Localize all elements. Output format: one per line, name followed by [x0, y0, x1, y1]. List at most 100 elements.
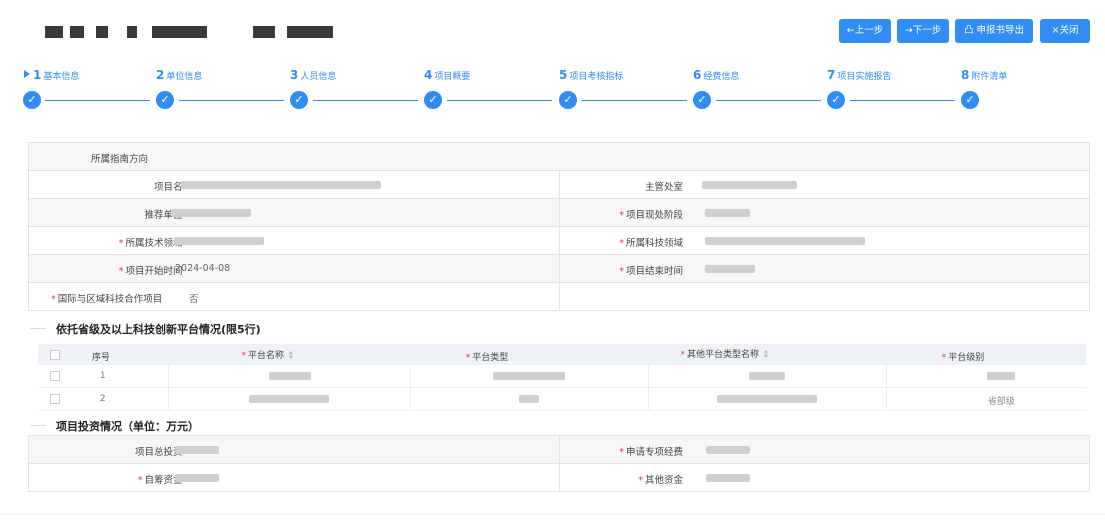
redacted-value	[181, 181, 381, 189]
step-6[interactable]: 6 经费信息	[693, 68, 739, 82]
section-divider	[30, 425, 46, 426]
step-1-check-icon: ✓	[23, 91, 41, 109]
guide-direction-field: 所属指南方向	[29, 143, 1089, 170]
export-application-button[interactable]: 凸 申报书导出	[955, 19, 1033, 43]
other-funds-field: * 其他资金	[560, 464, 1090, 491]
step-1[interactable]: 1 基本信息	[33, 68, 79, 82]
field-label: * 所属科技领域	[619, 238, 683, 249]
step-label: 附件清单	[971, 72, 1008, 82]
sci-field-field: * 所属科技领域	[560, 227, 1090, 254]
step-label: 经费信息	[703, 72, 740, 82]
sort-icon[interactable]: ⇕	[762, 350, 770, 360]
platform-table: 序号 * 平台名称 ⇕ * 平台类型 * 其他平台类型名称 ⇕ * 平台级别 1 2 省…	[38, 344, 1086, 411]
redacted-value	[716, 395, 817, 403]
next-step-button[interactable]: →下一步	[897, 19, 949, 43]
step-3[interactable]: 3 人员信息	[290, 68, 336, 82]
page-title-redacted	[96, 26, 108, 38]
project-name-field: 项目名	[29, 171, 560, 198]
field-label: 所属指南方向	[91, 154, 149, 165]
step-2-check-icon: ✓	[156, 91, 174, 109]
step-8[interactable]: 8 附件清单	[961, 68, 1007, 82]
step-label: 项目考核指标	[569, 72, 624, 82]
page-title-redacted	[45, 26, 63, 38]
redacted-value	[704, 265, 755, 273]
col-other-type[interactable]: * 其他平台类型名称 ⇕	[606, 344, 844, 365]
field-label: 主管处室	[644, 182, 683, 193]
row-checkbox[interactable]	[50, 371, 60, 381]
redacted-value	[986, 372, 1015, 380]
investment-form: 项目总投资 * 申请专项经费 * 自筹资金 * 其他资金	[28, 435, 1090, 492]
current-step-arrow-icon	[24, 70, 30, 78]
row-other-type	[649, 365, 887, 387]
step-5[interactable]: 5 项目考核指标	[559, 68, 623, 82]
page-title-redacted	[152, 26, 207, 38]
row-platform-name	[169, 388, 411, 410]
intl-coop-field: * 国际与区域科技合作项目 否	[29, 283, 560, 310]
redacted-value	[701, 181, 797, 189]
sort-icon[interactable]: ⇕	[287, 351, 295, 361]
basic-info-form: 所属指南方向 项目名 主管处室 推荐单位 * 项目现处阶段 * 所属技术领域 * 所属…	[28, 142, 1090, 311]
empty-cell	[560, 283, 1090, 310]
total-investment-field: 项目总投资	[29, 436, 560, 463]
row-select-cell	[38, 365, 82, 387]
step-connector	[716, 100, 821, 101]
redacted-value	[492, 372, 565, 380]
row-platform-name	[169, 365, 411, 387]
section-divider	[30, 328, 46, 329]
step-7[interactable]: 7 项目实施报告	[827, 68, 891, 82]
row-select-cell	[38, 388, 82, 410]
step-connector	[45, 100, 150, 101]
step-label: 项目实施报告	[837, 72, 892, 82]
table-row[interactable]: 2 省部级	[38, 388, 1086, 411]
page-title-redacted	[70, 26, 84, 38]
row-platform-level: 省部级	[987, 397, 1015, 407]
redacted-value	[175, 446, 219, 454]
prev-step-button[interactable]: ←上一步	[839, 19, 891, 43]
step-label: 人员信息	[300, 72, 337, 82]
step-number: 2	[156, 68, 165, 82]
start-time-value: 2024-04-08	[175, 263, 231, 274]
step-wizard: 1 基本信息 2 单位信息 3 人员信息 4 项目概要 5 项目考核指标 6 经费信息 7项…	[0, 64, 1105, 124]
select-all-checkbox[interactable]	[50, 350, 60, 360]
stage-field: * 项目现处阶段	[560, 199, 1090, 226]
row-checkbox[interactable]	[50, 394, 60, 404]
field-label: * 申请专项经费	[619, 447, 683, 458]
step-connector	[313, 100, 418, 101]
col-platform-type: * 平台类型	[465, 353, 509, 363]
row-other-type	[649, 388, 887, 410]
page-title-redacted	[287, 26, 333, 38]
page-title-redacted	[253, 26, 275, 38]
redacted-value	[705, 474, 750, 482]
redacted-value	[174, 237, 264, 245]
step-number: 4	[424, 68, 433, 82]
table-row[interactable]: 1	[38, 365, 1086, 388]
step-5-check-icon: ✓	[559, 91, 577, 109]
redacted-value	[518, 395, 539, 403]
tech-field-field: * 所属技术领域	[29, 227, 560, 254]
investment-section-title: 项目投资情况（单位：万元）	[56, 420, 199, 433]
redacted-value	[705, 446, 750, 454]
row-seq: 1	[82, 365, 169, 387]
field-label: * 项目结束时间	[619, 266, 683, 277]
row-platform-level	[887, 365, 1086, 387]
step-number: 8	[961, 68, 970, 82]
intl-coop-value: 否	[189, 294, 199, 305]
step-3-check-icon: ✓	[290, 91, 308, 109]
step-2[interactable]: 2 单位信息	[156, 68, 202, 82]
table-header: 序号 * 平台名称 ⇕ * 平台类型 * 其他平台类型名称 ⇕ * 平台级别	[38, 344, 1086, 365]
step-connector	[582, 100, 687, 101]
redacted-value	[175, 474, 219, 482]
step-4[interactable]: 4 项目概要	[424, 68, 470, 82]
step-7-check-icon: ✓	[827, 91, 845, 109]
col-platform-name[interactable]: * 平台名称 ⇕	[168, 344, 368, 365]
step-label: 单位信息	[166, 72, 203, 82]
step-4-check-icon: ✓	[424, 91, 442, 109]
platform-section-title: 依托省级及以上科技创新平台情况(限5行)	[56, 323, 261, 336]
step-number: 6	[693, 68, 702, 82]
footer-divider	[0, 514, 1105, 515]
redacted-value	[748, 372, 785, 380]
recommend-unit-field: 推荐单位	[29, 199, 560, 226]
page-title-redacted	[127, 26, 137, 38]
close-button[interactable]: ×关闭	[1040, 19, 1090, 43]
step-connector	[447, 100, 552, 101]
